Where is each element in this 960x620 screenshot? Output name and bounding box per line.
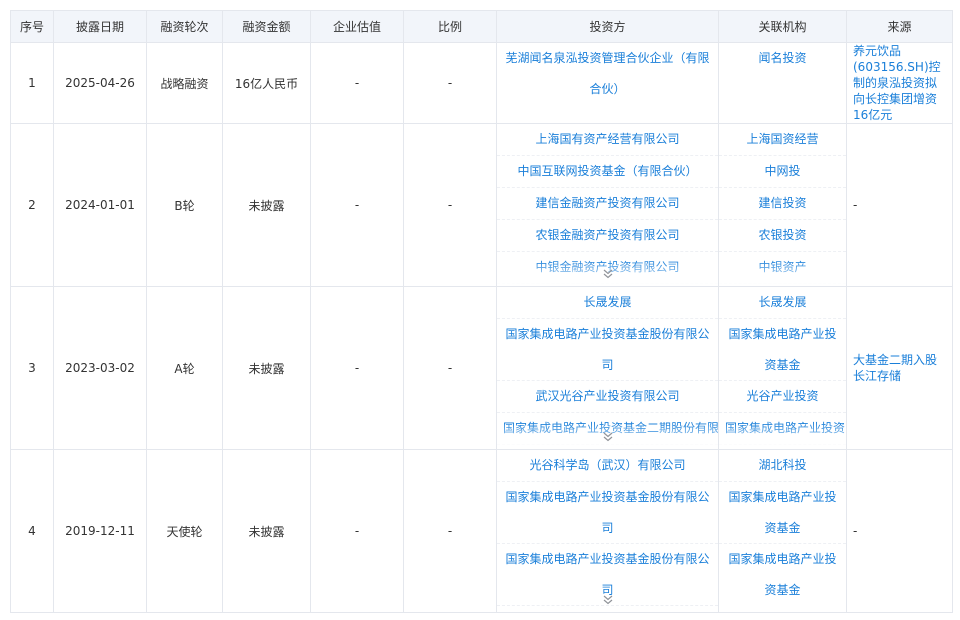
cell-investors: 上海国有资产经营有限公司 中国互联网投资基金（有限合伙） 建信金融资产投资有限公… — [496, 123, 719, 287]
cell-amount: 未披露 — [222, 449, 311, 613]
cell-valuation: - — [310, 449, 404, 613]
related-org-link[interactable]: 国家集成电路产业投资基金 — [719, 319, 846, 381]
table-row: 4 2019-12-11 天使轮 未披露 - - 光谷科学岛（武汉）有限公司 国… — [10, 449, 953, 613]
cell-amount: 未披露 — [222, 286, 311, 450]
related-org-link[interactable]: 长晟发展 — [719, 287, 846, 319]
related-org-link[interactable]: 建信投资 — [719, 188, 846, 220]
header-ratio: 比例 — [403, 10, 497, 43]
cell-ratio: - — [403, 123, 497, 287]
related-org-link[interactable]: 湖北科投 — [719, 450, 846, 482]
cell-round: 天使轮 — [146, 449, 223, 613]
chevron-double-down-icon[interactable] — [603, 595, 613, 608]
investor-link[interactable]: 芜湖闻名泉泓投资管理合伙企业（有限合伙） — [497, 43, 718, 105]
cell-valuation: - — [310, 286, 404, 450]
cell-related-orgs: 上海国资经营 中网投 建信投资 农银投资 中银资产 — [718, 123, 847, 287]
cell-investors: 长晟发展 国家集成电路产业投资基金股份有限公司 武汉光谷产业投资有限公司 国家集… — [496, 286, 719, 450]
cell-source: 养元饮品(603156.SH)控制的泉泓投资拟向长控集团增资16亿元 — [846, 42, 953, 124]
cell-index: 3 — [10, 286, 54, 450]
chevron-double-down-icon[interactable] — [603, 269, 613, 282]
investor-link[interactable]: 中国互联网投资基金（有限合伙） — [497, 156, 718, 188]
investor-link[interactable]: 农银金融资产投资有限公司 — [497, 220, 718, 252]
cell-related-orgs: 长晟发展 国家集成电路产业投资基金 光谷产业投资 国家集成电路产业投资 — [718, 286, 847, 450]
cell-amount: 16亿人民币 — [222, 42, 311, 124]
cell-amount: 未披露 — [222, 123, 311, 287]
cell-investors: 芜湖闻名泉泓投资管理合伙企业（有限合伙） — [496, 42, 719, 124]
table-header-row: 序号 披露日期 融资轮次 融资金额 企业估值 比例 投资方 关联机构 来源 — [10, 10, 953, 43]
cell-date: 2024-01-01 — [53, 123, 147, 287]
cell-round: B轮 — [146, 123, 223, 287]
header-investors: 投资方 — [496, 10, 719, 43]
cell-ratio: - — [403, 42, 497, 124]
cell-date: 2025-04-26 — [53, 42, 147, 124]
source-text: - — [853, 524, 858, 538]
cell-source: - — [846, 449, 953, 613]
header-date: 披露日期 — [53, 10, 147, 43]
investor-link[interactable]: 上海国有资产经营有限公司 — [497, 124, 718, 156]
cell-related-orgs: 闻名投资 — [718, 42, 847, 124]
header-index: 序号 — [10, 10, 54, 43]
investor-link[interactable]: 长晟发展 — [497, 287, 718, 319]
financing-history-table: 序号 披露日期 融资轮次 融资金额 企业估值 比例 投资方 关联机构 来源 1 … — [10, 10, 953, 613]
cell-source: 大基金二期入股长江存储 — [846, 286, 953, 450]
table-row: 1 2025-04-26 战略融资 16亿人民币 - - 芜湖闻名泉泓投资管理合… — [10, 42, 953, 124]
related-org-link[interactable]: 中网投 — [719, 156, 846, 188]
header-valuation: 企业估值 — [310, 10, 404, 43]
related-org-link[interactable]: 上海国资经营 — [719, 124, 846, 156]
cell-related-orgs: 湖北科投 国家集成电路产业投资基金 国家集成电路产业投资基金 — [718, 449, 847, 613]
cell-ratio: - — [403, 449, 497, 613]
related-org-link[interactable]: 闻名投资 — [719, 43, 846, 74]
cell-ratio: - — [403, 286, 497, 450]
related-org-link[interactable]: 国家集成电路产业投资基金 — [719, 544, 846, 606]
related-org-link[interactable]: 中银资产 — [719, 252, 846, 284]
header-amount: 融资金额 — [222, 10, 311, 43]
cell-round: A轮 — [146, 286, 223, 450]
cell-index: 2 — [10, 123, 54, 287]
cell-investors: 光谷科学岛（武汉）有限公司 国家集成电路产业投资基金股份有限公司 国家集成电路产… — [496, 449, 719, 613]
cell-date: 2023-03-02 — [53, 286, 147, 450]
chevron-double-down-icon[interactable] — [603, 432, 613, 445]
source-link[interactable]: 养元饮品(603156.SH)控制的泉泓投资拟向长控集团增资16亿元 — [847, 43, 952, 123]
table-row: 2 2024-01-01 B轮 未披露 - - 上海国有资产经营有限公司 中国互… — [10, 123, 953, 287]
related-org-link[interactable]: 光谷产业投资 — [719, 381, 846, 413]
cell-source: - — [846, 123, 953, 287]
cell-index: 4 — [10, 449, 54, 613]
header-source: 来源 — [846, 10, 953, 43]
investor-link[interactable]: 光谷科学岛（武汉）有限公司 — [497, 450, 718, 482]
header-related-orgs: 关联机构 — [718, 10, 847, 43]
financing-table-container: 序号 披露日期 融资轮次 融资金额 企业估值 比例 投资方 关联机构 来源 1 … — [10, 10, 953, 613]
table-row: 3 2023-03-02 A轮 未披露 - - 长晟发展 国家集成电路产业投资基… — [10, 286, 953, 450]
source-text: - — [853, 198, 858, 212]
related-org-link[interactable]: 农银投资 — [719, 220, 846, 252]
investor-link[interactable]: 武汉光谷产业投资有限公司 — [497, 381, 718, 413]
related-org-link[interactable]: 国家集成电路产业投资基金 — [719, 482, 846, 544]
cell-date: 2019-12-11 — [53, 449, 147, 613]
cell-valuation: - — [310, 42, 404, 124]
related-org-link[interactable]: 国家集成电路产业投资 — [719, 413, 846, 445]
cell-round: 战略融资 — [146, 42, 223, 124]
header-round: 融资轮次 — [146, 10, 223, 43]
cell-valuation: - — [310, 123, 404, 287]
investor-link[interactable]: 国家集成电路产业投资基金股份有限公司 — [497, 482, 718, 544]
investor-link[interactable]: 建信金融资产投资有限公司 — [497, 188, 718, 220]
source-link[interactable]: 大基金二期入股长江存储 — [847, 352, 952, 384]
cell-index: 1 — [10, 42, 54, 124]
investor-link[interactable]: 国家集成电路产业投资基金股份有限公司 — [497, 319, 718, 381]
